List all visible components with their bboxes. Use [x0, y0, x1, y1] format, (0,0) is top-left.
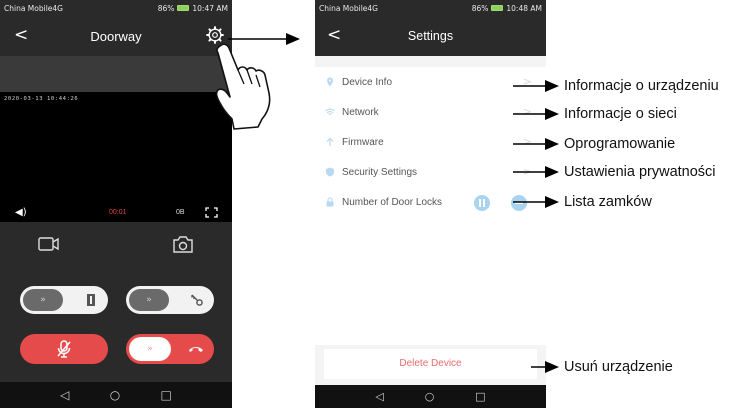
caption-arrow: [513, 80, 559, 92]
carrier-label: China Mobile4G: [4, 3, 63, 13]
unlock-lock-slider[interactable]: »: [126, 286, 214, 314]
pointer-arrow: [228, 33, 300, 45]
nav-home-button[interactable]: ○: [425, 390, 435, 403]
caption-security: Ustawienia prywatności: [564, 164, 716, 180]
wifi-icon: [325, 108, 335, 115]
page-title: Doorway: [90, 28, 142, 44]
back-button[interactable]: <: [14, 25, 28, 45]
key-icon: [191, 294, 203, 306]
doorway-phone-screen: China Mobile4G 86% 10:47 AM < Doorway 20…: [0, 0, 232, 408]
caption-arrow: [513, 138, 559, 150]
clock: 10:47 AM: [192, 3, 228, 13]
video-feed[interactable]: 2020-03-13 10:44:26 ◀) 00:01 0B: [0, 92, 232, 222]
nav-back-button[interactable]: ◁: [375, 390, 383, 403]
door-icon: [87, 294, 95, 306]
back-button[interactable]: <: [327, 25, 341, 45]
settings-item-label: Number of Door Locks: [342, 196, 443, 208]
battery-icon: [177, 5, 190, 11]
caption-arrow: [531, 361, 559, 373]
settings-item-device-info[interactable]: Device Info >: [315, 67, 546, 97]
camera-snapshot-icon[interactable]: [172, 235, 194, 253]
caption-firmware: Oprogramowanie: [564, 136, 676, 152]
fullscreen-icon[interactable]: [205, 207, 218, 218]
status-bar: China Mobile4G 86% 10:48 AM: [315, 0, 546, 16]
nav-recent-button[interactable]: □: [161, 388, 172, 402]
pause-indicator-icon: [474, 195, 490, 211]
settings-item-label: Device Info: [342, 76, 393, 88]
location-pin-icon: [327, 77, 333, 87]
caption-network: Informacje o sieci: [564, 106, 677, 122]
video-record-icon[interactable]: [38, 236, 60, 252]
battery-percent: 86%: [157, 3, 175, 13]
caption-arrow: [513, 196, 559, 208]
data-rate: 0B: [176, 209, 185, 216]
app-header: < Doorway: [0, 16, 232, 56]
slider-knob[interactable]: »: [23, 289, 63, 311]
call-controls: » » »: [0, 222, 232, 382]
settings-item-door-locks[interactable]: Number of Door Locks: [315, 187, 546, 217]
battery-percent: 86%: [471, 3, 489, 13]
nav-back-button[interactable]: ◁: [60, 388, 69, 402]
slider-knob[interactable]: »: [129, 337, 171, 361]
delete-device-button[interactable]: Delete Device: [324, 349, 537, 379]
nav-recent-button[interactable]: □: [475, 390, 485, 403]
video-top-bar: [0, 56, 232, 92]
system-nav-bar: ◁ ○ □: [315, 385, 546, 408]
caption-arrow: [513, 166, 559, 178]
settings-list: Device Info > Network > Firmware > Secur…: [315, 67, 546, 217]
caption-device-info: Informacje o urządzeniu: [564, 78, 719, 94]
app-header: < Settings: [315, 16, 546, 56]
caption-locks: Lista zamków: [564, 194, 652, 210]
volume-icon[interactable]: ◀): [15, 207, 27, 218]
caption-delete: Usuń urządzenie: [564, 359, 673, 375]
settings-item-security[interactable]: Security Settings >: [315, 157, 546, 187]
settings-item-label: Network: [342, 106, 379, 118]
clock: 10:48 AM: [506, 3, 542, 13]
status-bar: China Mobile4G 86% 10:47 AM: [0, 0, 232, 16]
settings-item-network[interactable]: Network >: [315, 97, 546, 127]
settings-item-label: Firmware: [342, 136, 384, 148]
arrow-up-icon: [326, 137, 334, 146]
caption-arrow: [513, 108, 559, 120]
settings-item-label: Security Settings: [342, 166, 418, 178]
page-title: Settings: [407, 29, 454, 43]
microphone-muted-icon: [57, 340, 71, 358]
video-timestamp: 2020-03-13 10:44:26: [4, 96, 79, 102]
settings-phone-screen: China Mobile4G 86% 10:48 AM < Settings D…: [315, 0, 546, 408]
settings-content-area: [315, 217, 546, 345]
slider-knob[interactable]: »: [129, 289, 169, 311]
hand-pointer-icon: [215, 43, 271, 130]
recording-duration: 00:01: [109, 209, 127, 216]
shield-icon: [326, 167, 334, 177]
hang-up-icon: [189, 347, 203, 352]
carrier-label: China Mobile4G: [319, 3, 378, 13]
mute-microphone-button[interactable]: [20, 334, 108, 364]
system-nav-bar: ◁ ○ □: [0, 382, 232, 408]
hang-up-slider[interactable]: »: [126, 334, 214, 364]
unlock-door-slider[interactable]: »: [20, 286, 108, 314]
battery-icon: [491, 5, 504, 11]
nav-home-button[interactable]: ○: [110, 388, 120, 402]
settings-item-firmware[interactable]: Firmware >: [315, 127, 546, 157]
lock-icon: [326, 197, 334, 207]
